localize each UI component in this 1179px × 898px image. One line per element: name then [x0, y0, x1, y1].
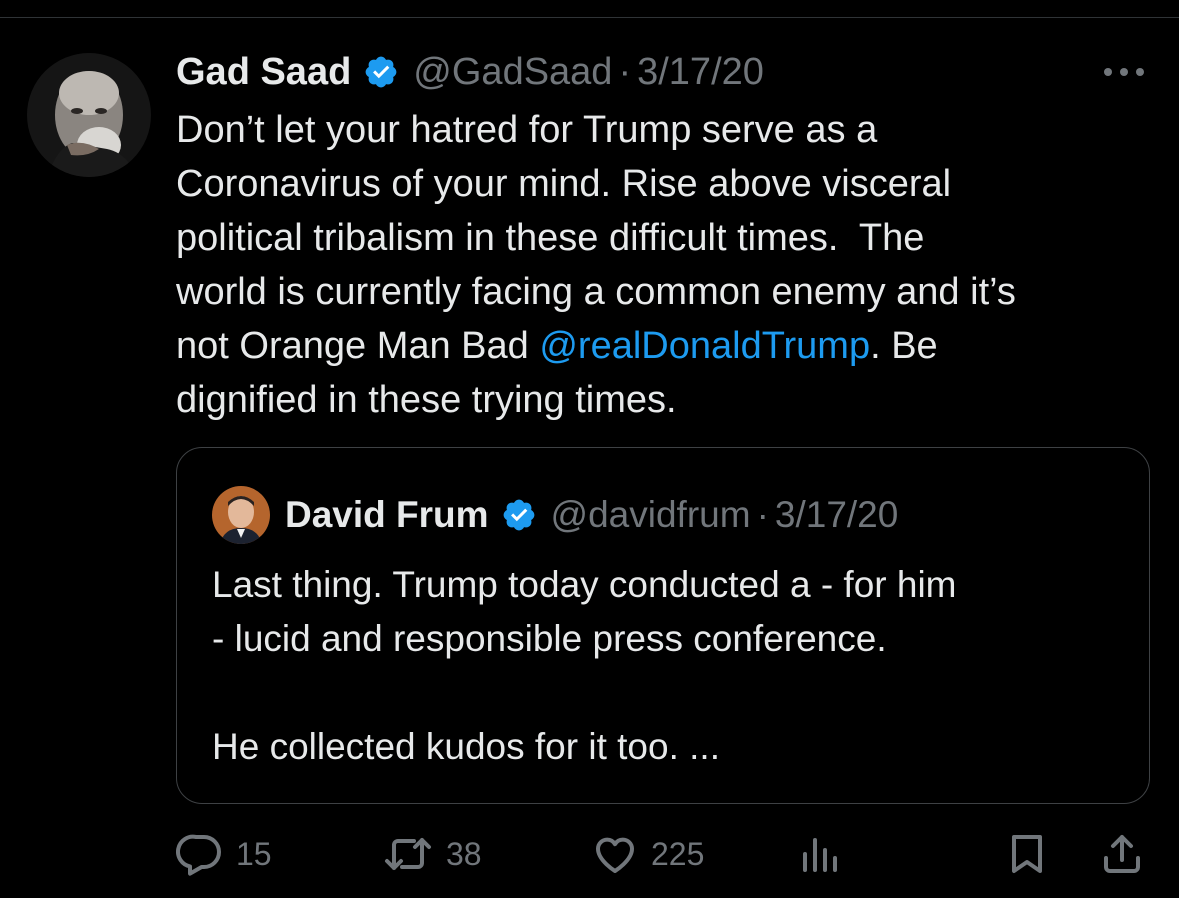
- more-horizontal-icon[interactable]: [1100, 62, 1148, 82]
- verified-badge-icon: [501, 497, 537, 533]
- share-icon: [1098, 830, 1146, 878]
- avatar[interactable]: [27, 53, 151, 177]
- quoted-header: David Frum @davidfrum · 3/17/20: [285, 486, 898, 544]
- reply-count: 15: [236, 835, 272, 872]
- verified-badge-icon: [363, 54, 399, 90]
- quoted-header-separator: ·: [756, 494, 769, 535]
- quoted-tweet-text: Last thing. Trump today conducted a - fo…: [212, 564, 957, 767]
- share-button[interactable]: [1098, 828, 1146, 880]
- quoted-author-name: David Frum: [285, 494, 489, 535]
- tweet-header: Gad Saad @GadSaad · 3/17/20: [176, 44, 764, 100]
- repost-count: 38: [446, 835, 482, 872]
- quoted-tweet-date: 3/17/20: [774, 494, 899, 535]
- avatar-image: [27, 53, 151, 177]
- repost-button[interactable]: 38: [382, 828, 482, 880]
- author-name[interactable]: Gad Saad: [176, 51, 351, 94]
- reply-button[interactable]: 15: [176, 828, 272, 880]
- quoted-tweet-card[interactable]: David Frum @davidfrum · 3/17/20 Last thi…: [176, 447, 1150, 804]
- heart-icon: [591, 830, 639, 878]
- reply-icon: [176, 830, 224, 878]
- quoted-avatar-image: [212, 486, 270, 544]
- tweet-text: Don’t let your hatred for Trump serve as…: [176, 103, 1166, 427]
- mention-link[interactable]: @realDonaldTrump: [539, 325, 870, 367]
- action-bar: 15 38 225: [0, 828, 1179, 880]
- author-handle[interactable]: @GadSaad: [413, 51, 612, 94]
- quoted-avatar[interactable]: [212, 486, 270, 544]
- bookmark-button[interactable]: [1003, 828, 1051, 880]
- repost-icon: [382, 830, 434, 878]
- like-count: 225: [651, 835, 705, 872]
- quoted-author-handle: @davidfrum: [550, 494, 751, 535]
- tweet: Gad Saad @GadSaad · 3/17/20 Don’t let yo…: [0, 0, 1179, 898]
- like-button[interactable]: 225: [591, 828, 704, 880]
- header-separator: ·: [618, 50, 632, 93]
- tweet-date[interactable]: 3/17/20: [637, 51, 764, 94]
- bookmark-icon: [1003, 830, 1051, 878]
- views-button[interactable]: [797, 828, 845, 880]
- views-icon: [797, 830, 845, 878]
